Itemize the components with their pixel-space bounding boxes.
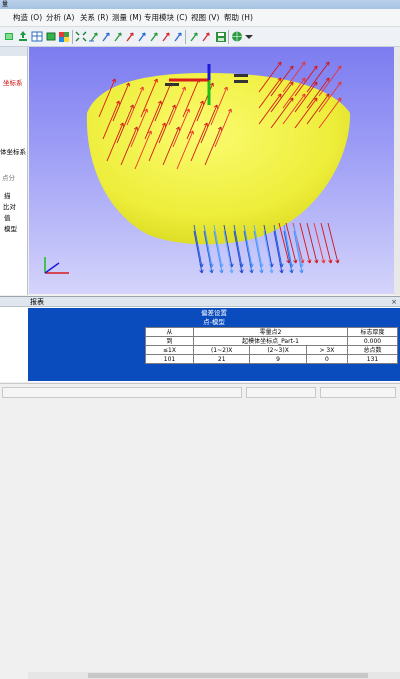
toolbar-separator (185, 30, 186, 44)
tree-item-compare[interactable]: 比对 (3, 203, 16, 211)
grid-icon[interactable] (31, 30, 43, 43)
tree-item-scan[interactable]: 描 (4, 192, 11, 200)
table-cell: 起模体坐标点_Part-1 (193, 336, 348, 346)
corner-axis-indicator (44, 257, 69, 274)
table-cell: 0 (305, 354, 349, 364)
status-segment (2, 387, 242, 398)
menu-relation[interactable]: 关系 (R) (78, 11, 110, 24)
globe-icon[interactable] (231, 30, 243, 43)
table-cell: 0.000 (347, 336, 398, 346)
menu-construct[interactable]: 构造 (O) (11, 11, 44, 24)
3d-viewport[interactable] (29, 47, 394, 294)
table-cell: ≤1X (145, 345, 194, 355)
arrow-up-icon[interactable] (148, 30, 160, 43)
report-panel: 报表 × 偏差设置 点-模型 从 零量点2 标志厚度 到 起模体坐标点_Part… (0, 296, 400, 679)
toolbar-separator (228, 30, 229, 44)
report-header: 报表 × (0, 297, 400, 307)
table-cell: > 3X (305, 345, 349, 355)
scrollbar-thumb[interactable] (88, 673, 368, 678)
arrow-up-icon[interactable] (124, 30, 136, 43)
arrow-up-icon[interactable] (136, 30, 148, 43)
table-cell: 标志厚度 (347, 327, 398, 337)
status-segment (320, 387, 396, 398)
table-cell: 101 (145, 354, 194, 364)
status-segment (246, 387, 316, 398)
arrow-up-icon[interactable] (200, 30, 212, 43)
deviation-arrow (263, 230, 273, 274)
menu-analysis[interactable]: 分析 (A) (44, 11, 76, 24)
tree-item-point-group[interactable]: 点分 (2, 174, 15, 182)
report-content: 偏差设置 点-模型 从 零量点2 标志厚度 到 起模体坐标点_Part-1 0.… (28, 308, 400, 381)
report-table: 从 零量点2 标志厚度 到 起模体坐标点_Part-1 0.000 ≤1X (1… (145, 327, 398, 364)
green-pan-icon[interactable] (17, 30, 29, 43)
zoom-fit-icon[interactable] (75, 30, 87, 43)
tree-panel-header (0, 47, 27, 56)
tree-item-coordinate-system[interactable]: 坐标系 (3, 79, 23, 87)
title-bar: 量 (0, 0, 400, 9)
horizontal-scrollbar[interactable] (28, 672, 400, 679)
tree-panel: 坐标系 体坐标系 点分 描 比对 值 模型 (0, 47, 28, 295)
table-row: ≤1X (1~2)X (2~3)X > 3X 总点数 (145, 345, 398, 355)
arrow-up-icon[interactable] (88, 30, 100, 43)
arrow-up-icon[interactable] (188, 30, 200, 43)
table-row: 到 起模体坐标点_Part-1 0.000 (145, 336, 398, 346)
table-cell: 零量点2 (193, 327, 348, 337)
dropdown-icon[interactable] (243, 30, 255, 43)
deviation-arrow (283, 230, 293, 274)
menu-file[interactable] (1, 11, 5, 24)
status-bar (0, 383, 400, 400)
toolbar-separator (72, 30, 73, 44)
table-cell: 到 (145, 336, 194, 346)
vertical-scrollbar[interactable] (394, 47, 400, 295)
menu-help[interactable]: 帮助 (H) (222, 11, 255, 24)
table-cell: 从 (145, 327, 194, 337)
table-row: 101 21 9 0 131 (145, 354, 398, 364)
table-cell: 总点数 (347, 345, 398, 355)
save-icon[interactable] (215, 30, 227, 43)
menu-measure[interactable]: 测量 (M) (110, 11, 144, 24)
menu-special-modules[interactable]: 专用模块 (C) (142, 11, 189, 24)
arrow-up-icon[interactable] (160, 30, 172, 43)
menu-bar: 构造 (O) 分析 (A) 关系 (R) 测量 (M) 专用模块 (C) 视图 … (0, 9, 400, 27)
tree-item-body-coordinate[interactable]: 体坐标系 (0, 148, 26, 156)
toolbar (0, 27, 400, 47)
tree-item-model[interactable]: 模型 (4, 225, 17, 233)
window-title: 量 (2, 1, 9, 8)
arrow-up-icon[interactable] (112, 30, 124, 43)
table-cell: 9 (249, 354, 307, 364)
arrow-up-icon[interactable] (100, 30, 112, 43)
close-icon[interactable]: × (390, 298, 398, 306)
color-cube-icon[interactable] (58, 30, 70, 43)
3d-scene (44, 61, 351, 274)
report-subtitle: 点-模型 (203, 318, 225, 326)
tree-item-value[interactable]: 值 (4, 214, 11, 222)
report-title: 偏差设置 (201, 309, 227, 317)
table-cell: 131 (347, 354, 398, 364)
application-window: 量 构造 (O) 分析 (A) 关系 (R) 测量 (M) 专用模块 (C) 视… (0, 0, 400, 679)
deviation-arrow (273, 230, 283, 274)
green-box-icon[interactable] (45, 30, 57, 43)
table-cell: 21 (192, 354, 251, 364)
menu-view[interactable]: 视图 (V) (189, 11, 221, 24)
deviation-arrow (293, 230, 303, 274)
hemisphere-model (86, 73, 351, 245)
table-cell: (2~3)X (249, 345, 307, 355)
green-cube-icon[interactable] (3, 30, 15, 43)
report-panel-title: 报表 (30, 298, 44, 306)
arrow-up-icon[interactable] (172, 30, 184, 43)
table-row: 从 零量点2 标志厚度 (145, 327, 398, 337)
table-cell: (1~2)X (192, 345, 251, 355)
